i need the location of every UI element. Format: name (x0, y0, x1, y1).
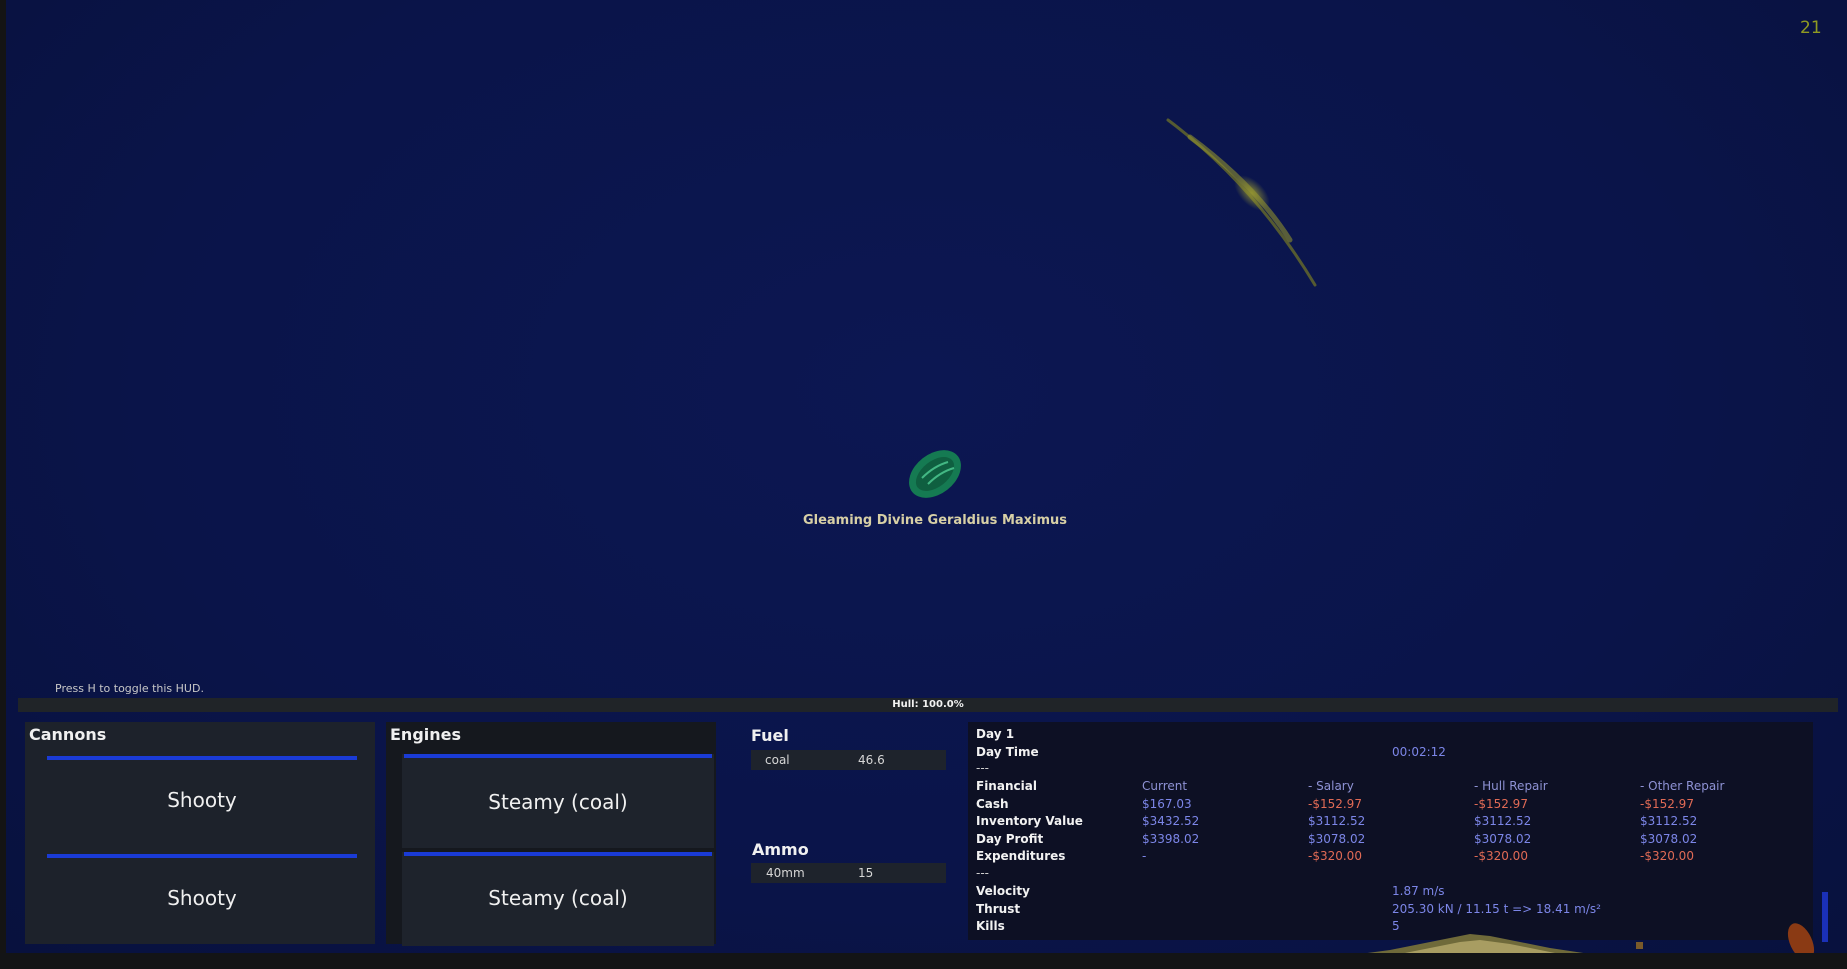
ship-name-label: Gleaming Divine Geraldius Maximus (802, 513, 1068, 528)
thrust-label: Thrust (976, 902, 1021, 916)
player-ship[interactable] (900, 444, 970, 502)
cell-value: $3078.02 (1474, 832, 1532, 846)
island-terrain (1360, 934, 1590, 954)
day-label: Day 1 (976, 727, 1015, 741)
ammo-row: 40mm 15 (751, 863, 946, 883)
cell-value: $3078.02 (1308, 832, 1366, 846)
fuel-row: coal 46.6 (751, 750, 946, 770)
hull-bar: Hull: 100.0% (18, 698, 1838, 712)
cannons-panel: Cannons Shooty Shooty (25, 722, 375, 944)
day-time-label: Day Time (976, 745, 1039, 759)
separator: --- (976, 866, 989, 880)
fuel-name: coal (765, 753, 790, 767)
row-label: Cash (976, 797, 1009, 811)
buoy-marker (1636, 942, 1643, 949)
cannon-slot-label: Shooty (167, 886, 237, 910)
cell-value: $3112.52 (1640, 814, 1698, 828)
ammo-amount: 15 (858, 866, 874, 880)
window-left-edge (0, 0, 6, 969)
kills-label: Kills (976, 919, 1005, 933)
cell-value: $3398.02 (1142, 832, 1200, 846)
edge-marker (1822, 892, 1828, 942)
cell-value: -$152.97 (1308, 797, 1362, 811)
day-time-value: 00:02:12 (1392, 745, 1446, 759)
fuel-title: Fuel (751, 726, 789, 745)
engine-slot[interactable]: Steamy (coal) (402, 754, 714, 848)
engine-slot-bar (404, 852, 712, 856)
stats-panel: Day 1 Day Time 00:02:12 --- Financial Cu… (968, 722, 1813, 940)
cell-value: $3112.52 (1474, 814, 1532, 828)
row-label: Day Profit (976, 832, 1044, 846)
engines-panel: Engines Steamy (coal) Steamy (coal) (386, 722, 716, 946)
cell-value: $167.03 (1142, 797, 1192, 811)
cannon-slot[interactable]: Shooty (47, 756, 357, 844)
cannons-title: Cannons (29, 725, 107, 744)
separator: --- (976, 761, 989, 775)
cannon-slot-bar (47, 854, 357, 858)
cannon-slot-label: Shooty (167, 788, 237, 812)
engine-slot-label: Steamy (coal) (488, 886, 628, 910)
engine-slot-label: Steamy (coal) (488, 790, 628, 814)
window-bottom-edge (0, 953, 1847, 969)
thrust-value: 205.30 kN / 11.15 t => 18.41 m/s² (1392, 902, 1601, 916)
ammo-name: 40mm (766, 866, 805, 880)
cell-value: -$152.97 (1474, 797, 1528, 811)
velocity-label: Velocity (976, 884, 1030, 898)
engine-slot[interactable]: Steamy (coal) (402, 852, 714, 946)
row-label: Inventory Value (976, 814, 1083, 828)
cell-value: -$320.00 (1308, 849, 1362, 863)
velocity-value: 1.87 m/s (1392, 884, 1445, 898)
cell-value: $3078.02 (1640, 832, 1698, 846)
column-header: Current (1142, 779, 1188, 793)
cell-value: $3112.52 (1308, 814, 1366, 828)
cell-value: -$320.00 (1640, 849, 1694, 863)
hud-toggle-hint: Press H to toggle this HUD. (55, 682, 204, 695)
wake-trail (1166, 118, 1317, 287)
engine-slot-bar (404, 754, 712, 758)
column-header: - Salary (1308, 779, 1354, 793)
ammo-title: Ammo (752, 840, 809, 859)
cell-value: - (1142, 849, 1147, 863)
cannon-slot-bar (47, 756, 357, 760)
column-header: - Hull Repair (1474, 779, 1548, 793)
fps-counter: 21 (1800, 18, 1822, 38)
engines-title: Engines (390, 725, 462, 744)
cell-value: $3432.52 (1142, 814, 1200, 828)
column-header: - Other Repair (1640, 779, 1725, 793)
cannon-slot[interactable]: Shooty (47, 854, 357, 942)
fuel-amount: 46.6 (858, 753, 885, 767)
cell-value: -$152.97 (1640, 797, 1694, 811)
row-label: Expenditures (976, 849, 1066, 863)
financial-label: Financial (976, 779, 1037, 793)
cell-value: -$320.00 (1474, 849, 1528, 863)
